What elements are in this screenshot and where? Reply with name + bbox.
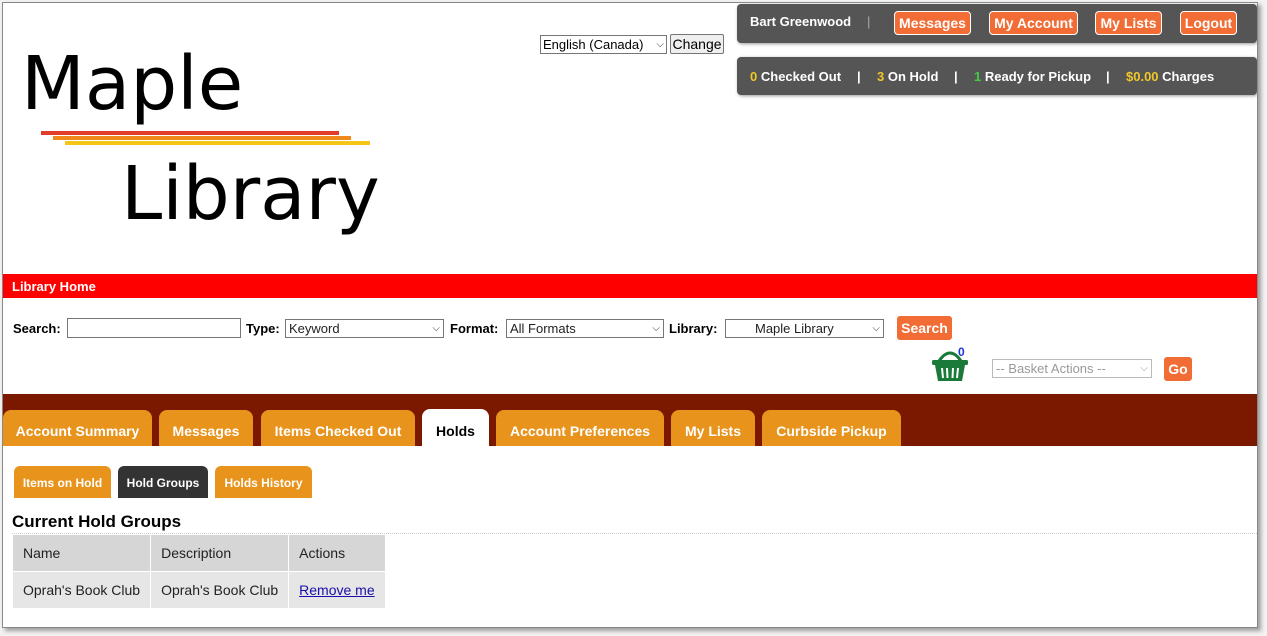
basket-actions-select[interactable]: -- Basket Actions -- ⌵ bbox=[992, 359, 1152, 378]
search-button[interactable]: Search bbox=[896, 315, 953, 341]
basket-count-badge: 0 bbox=[958, 345, 965, 359]
subtab-holds-history[interactable]: Holds History bbox=[215, 466, 312, 498]
on-hold-status[interactable]: 3 On Hold bbox=[877, 69, 938, 84]
library-home-link[interactable]: Library Home bbox=[12, 279, 96, 294]
search-library-value: Maple Library bbox=[755, 321, 834, 336]
hold-groups-table: Name Description Actions Oprah's Book Cl… bbox=[11, 534, 386, 609]
messages-button[interactable]: Messages bbox=[894, 11, 971, 35]
top-nav-bar: Library Home bbox=[3, 274, 1257, 298]
user-bar-separator: | bbox=[867, 14, 871, 29]
logo-stripe-yellow bbox=[65, 141, 370, 145]
checked-out-label: Checked Out bbox=[760, 69, 842, 84]
search-library-select[interactable]: Maple Library ⌵ bbox=[725, 319, 884, 338]
library-label: Library: bbox=[669, 321, 718, 336]
ready-pickup-label: Ready for Pickup bbox=[984, 69, 1092, 84]
table-header-row: Name Description Actions bbox=[11, 534, 386, 572]
subtab-items-on-hold[interactable]: Items on Hold bbox=[14, 466, 111, 498]
tab-curbside-pickup[interactable]: Curbside Pickup bbox=[762, 410, 901, 446]
browser-page: Maple Library English (Canada) ⌵ Change … bbox=[2, 2, 1258, 628]
checked-out-status[interactable]: 0 Checked Out bbox=[750, 69, 841, 84]
tab-account-preferences[interactable]: Account Preferences bbox=[496, 410, 664, 446]
basket-go-button[interactable]: Go bbox=[1163, 356, 1193, 382]
my-lists-button[interactable]: My Lists bbox=[1095, 11, 1162, 35]
group-description-cell: Oprah's Book Club bbox=[150, 571, 290, 609]
chevron-down-icon: ⌵ bbox=[652, 323, 660, 334]
column-header-name: Name bbox=[11, 534, 152, 572]
status-separator: | bbox=[954, 69, 958, 84]
language-select-value: English (Canada) bbox=[543, 37, 644, 52]
search-input[interactable] bbox=[67, 318, 241, 338]
tab-my-lists[interactable]: My Lists bbox=[671, 410, 755, 446]
logo-stripe-orange bbox=[53, 136, 351, 140]
search-type-select[interactable]: Keyword ⌵ bbox=[285, 319, 444, 338]
checked-out-count: 0 bbox=[750, 69, 758, 84]
logo-stripes bbox=[41, 131, 370, 145]
remove-me-link[interactable]: Remove me bbox=[299, 582, 374, 598]
tab-messages[interactable]: Messages bbox=[159, 410, 253, 446]
charges-label: Charges bbox=[1162, 69, 1215, 84]
search-label: Search: bbox=[13, 321, 61, 336]
group-actions-cell: Remove me bbox=[288, 571, 386, 609]
logo-text-maple: Maple bbox=[21, 41, 244, 127]
ready-pickup-status[interactable]: 1 Ready for Pickup bbox=[974, 69, 1091, 84]
logout-button[interactable]: Logout bbox=[1180, 11, 1237, 35]
tab-holds[interactable]: Holds bbox=[422, 409, 489, 446]
subtab-hold-groups[interactable]: Hold Groups bbox=[118, 466, 208, 498]
chevron-down-icon: ⌵ bbox=[656, 39, 664, 50]
user-bar: Bart Greenwood | Messages My Account My … bbox=[737, 4, 1257, 43]
search-type-value: Keyword bbox=[289, 321, 340, 336]
charges-amount: $0.00 bbox=[1126, 69, 1159, 84]
account-tab-bar: Account Summary Messages Items Checked O… bbox=[3, 394, 1257, 446]
section-title: Current Hold Groups bbox=[12, 512, 182, 531]
ready-pickup-count: 1 bbox=[974, 69, 982, 84]
language-change-button[interactable]: Change bbox=[670, 34, 724, 54]
logo-text-library: Library bbox=[121, 151, 380, 237]
search-format-select[interactable]: All Formats ⌵ bbox=[506, 319, 664, 338]
tab-items-checked-out[interactable]: Items Checked Out bbox=[261, 410, 415, 446]
group-name-cell: Oprah's Book Club bbox=[11, 571, 152, 609]
status-separator: | bbox=[1106, 69, 1110, 84]
user-name: Bart Greenwood bbox=[750, 14, 852, 29]
search-format-value: All Formats bbox=[510, 321, 576, 336]
logo-stripe-red bbox=[41, 131, 339, 135]
on-hold-label: On Hold bbox=[887, 69, 939, 84]
table-row: Oprah's Book Club Oprah's Book Club Remo… bbox=[11, 571, 386, 609]
tab-account-summary[interactable]: Account Summary bbox=[3, 410, 152, 446]
language-select[interactable]: English (Canada) ⌵ bbox=[540, 35, 667, 54]
library-logo[interactable]: Maple Library bbox=[21, 43, 391, 243]
my-account-button[interactable]: My Account bbox=[989, 11, 1078, 35]
column-header-actions: Actions bbox=[288, 534, 386, 572]
on-hold-count: 3 bbox=[877, 69, 885, 84]
charges-status[interactable]: $0.00 Charges bbox=[1126, 69, 1214, 84]
type-label: Type: bbox=[246, 321, 280, 336]
column-header-description: Description bbox=[150, 534, 290, 572]
chevron-down-icon: ⌵ bbox=[872, 323, 880, 334]
chevron-down-icon: ⌵ bbox=[432, 323, 440, 334]
format-label: Format: bbox=[450, 321, 499, 336]
status-separator: | bbox=[857, 69, 861, 84]
chevron-down-icon: ⌵ bbox=[1140, 363, 1148, 374]
account-status-bar: 0 Checked Out | 3 On Hold | 1 Ready for … bbox=[737, 57, 1257, 95]
basket-actions-value: -- Basket Actions -- bbox=[996, 361, 1106, 376]
